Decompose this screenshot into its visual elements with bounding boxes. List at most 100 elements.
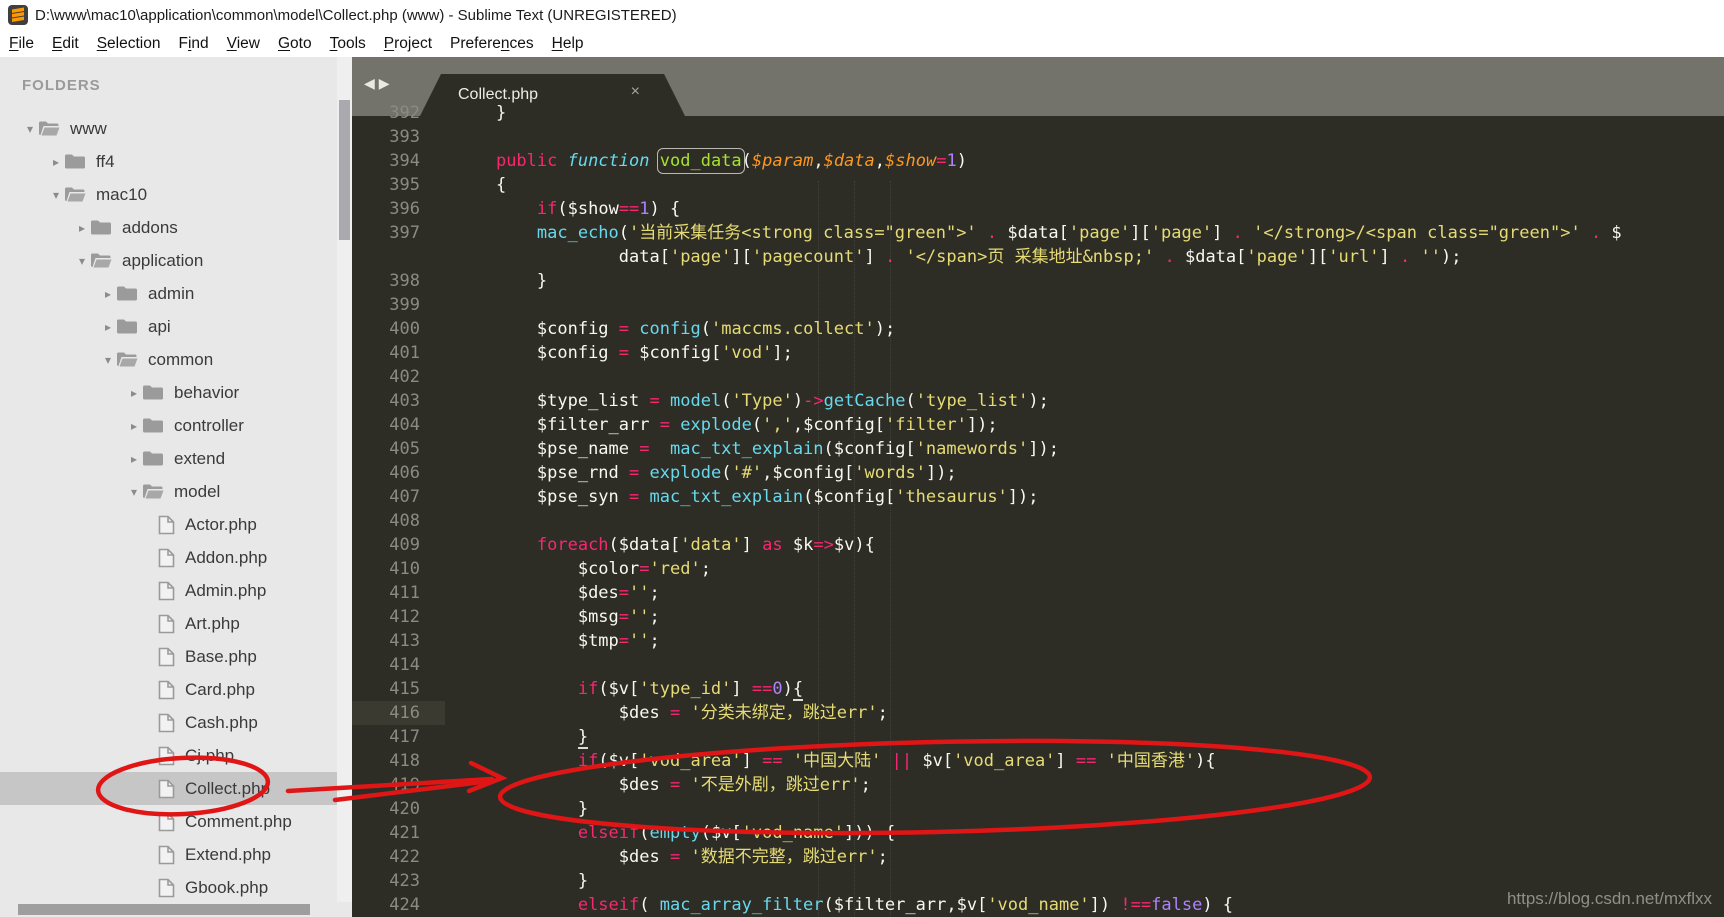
tree-item-label: Admin.php	[185, 580, 267, 600]
code-text: foreach($data['data'] as $k=>$v){	[536, 535, 875, 555]
line-number: 392	[389, 103, 420, 123]
tree-item-label: Addon.php	[185, 547, 268, 567]
file-icon	[158, 548, 175, 568]
folder-api[interactable]: ▸ api	[0, 310, 337, 343]
collapsed-arrow-icon[interactable]: ▸	[126, 386, 142, 400]
tab-nav-arrows[interactable]: ◀▶	[364, 75, 394, 92]
sidebar-horizontal-scrollbar[interactable]	[18, 904, 310, 915]
file-cj-php[interactable]: Cj.php	[0, 739, 337, 772]
folder-www[interactable]: ▾ www	[0, 112, 337, 145]
code-text: elseif(empty($v['vod_name'])) {	[577, 823, 896, 843]
sidebar-vertical-scrollbar[interactable]	[337, 57, 352, 902]
folder-common[interactable]: ▾ common	[0, 343, 337, 376]
collapsed-arrow-icon[interactable]: ▸	[126, 419, 142, 433]
folder-application[interactable]: ▾ application	[0, 244, 337, 277]
expanded-arrow-icon[interactable]: ▾	[48, 188, 64, 202]
file-card-php[interactable]: Card.php	[0, 673, 337, 706]
tree-item-label: admin	[148, 283, 195, 303]
code-text: $config = config('maccms.collect');	[536, 319, 896, 339]
file-gbook-php[interactable]: Gbook.php	[0, 871, 337, 904]
file-addon-php[interactable]: Addon.php	[0, 541, 337, 574]
line-number: 422	[389, 847, 420, 867]
menu-project[interactable]: Project	[375, 35, 441, 53]
collapsed-arrow-icon[interactable]: ▸	[126, 452, 142, 466]
file-comment-php[interactable]: Comment.php	[0, 805, 337, 838]
file-collect-php[interactable]: Collect.php	[0, 772, 337, 805]
folder-addons[interactable]: ▸ addons	[0, 211, 337, 244]
sidebar: FOLDERS ▾ www ▸ ff4 ▾ mac10 ▸ addons ▾ applicatio…	[0, 57, 352, 917]
tab-close-icon[interactable]: ×	[631, 83, 640, 101]
collapsed-arrow-icon[interactable]: ▸	[74, 221, 90, 235]
folder-extend[interactable]: ▸ extend	[0, 442, 337, 475]
menu-tools[interactable]: Tools	[321, 35, 375, 53]
code-text: }	[455, 871, 589, 891]
menu-help[interactable]: Help	[543, 35, 593, 53]
tree-item-label: Art.php	[185, 613, 240, 633]
code-line-420: 420 }	[352, 797, 1724, 821]
file-extend-php[interactable]: Extend.php	[0, 838, 337, 871]
file-actor-php[interactable]: Actor.php	[0, 508, 337, 541]
code-text: $pse_name = mac_txt_explain($config['nam…	[536, 439, 1059, 459]
folder-controller[interactable]: ▸ controller	[0, 409, 337, 442]
folder-behavior[interactable]: ▸ behavior	[0, 376, 337, 409]
expanded-arrow-icon[interactable]: ▾	[22, 122, 38, 136]
menu-selection[interactable]: Selection	[88, 35, 170, 53]
code-line-wrap: data['page']['pagecount'] . '</span>页 采集…	[352, 245, 1724, 269]
code-line-418: 418 if($v['vod_area'] == '中国大陆' || $v['v…	[352, 749, 1724, 773]
open-folder-icon	[142, 483, 164, 500]
code-text: mac_echo('当前采集任务<strong class="green">' …	[536, 223, 1622, 243]
line-number: 393	[389, 127, 420, 147]
code-line-396: 396 if($show==1) {	[352, 197, 1724, 221]
menu-goto[interactable]: Goto	[269, 35, 321, 53]
line-number: 394	[389, 151, 420, 171]
collapsed-arrow-icon[interactable]: ▸	[100, 320, 116, 334]
code-text: }	[455, 799, 589, 819]
tree-item-label: Collect.php	[185, 778, 271, 798]
code-text: }	[577, 727, 589, 749]
file-cash-php[interactable]: Cash.php	[0, 706, 337, 739]
folder-ff4[interactable]: ▸ ff4	[0, 145, 337, 178]
forward-icon[interactable]: ▶	[379, 75, 394, 91]
expanded-arrow-icon[interactable]: ▾	[100, 353, 116, 367]
collapsed-arrow-icon[interactable]: ▸	[48, 155, 64, 169]
expanded-arrow-icon[interactable]: ▾	[74, 254, 90, 268]
expanded-arrow-icon[interactable]: ▾	[126, 485, 142, 499]
code-text: $des='';	[577, 583, 660, 603]
line-number: 406	[389, 463, 420, 483]
menu-preferences[interactable]: Preferences	[441, 35, 543, 53]
folder-mac10[interactable]: ▾ mac10	[0, 178, 337, 211]
folder-admin[interactable]: ▸ admin	[0, 277, 337, 310]
tree-item-label: Cash.php	[185, 712, 258, 732]
file-art-php[interactable]: Art.php	[0, 607, 337, 640]
code-line-415: 415 if($v['type_id'] ==0){	[352, 677, 1724, 701]
menu-find[interactable]: Find	[169, 35, 217, 53]
line-number: 414	[389, 655, 420, 675]
code-line-413: 413 $tmp='';	[352, 629, 1724, 653]
tree-item-label: Comment.php	[185, 811, 292, 831]
file-base-php[interactable]: Base.php	[0, 640, 337, 673]
code-line-419: 419 $des = '不是外剧，跳过err';	[352, 773, 1724, 797]
open-folder-icon	[64, 186, 86, 203]
file-admin-php[interactable]: Admin.php	[0, 574, 337, 607]
line-number: 409	[389, 535, 420, 555]
collapsed-arrow-icon[interactable]: ▸	[100, 287, 116, 301]
menu-file[interactable]: File	[0, 35, 43, 53]
file-icon	[158, 515, 175, 535]
code-line-393: 393	[352, 125, 1724, 149]
file-icon	[158, 812, 175, 832]
menu-edit[interactable]: Edit	[43, 35, 88, 53]
file-icon	[158, 680, 175, 700]
folder-model[interactable]: ▾ model	[0, 475, 337, 508]
code-viewport[interactable]: 392 } 393 394 public function vod_data($pa…	[352, 101, 1724, 917]
open-folder-icon	[38, 120, 60, 137]
menu-view[interactable]: View	[218, 35, 269, 53]
back-icon[interactable]: ◀	[364, 75, 379, 91]
closed-folder-icon	[116, 318, 138, 335]
code-line-406: 406 $pse_rnd = explode('#',$config['word…	[352, 461, 1724, 485]
code-text: }	[455, 271, 548, 291]
closed-folder-icon	[142, 417, 164, 434]
line-number: 412	[389, 607, 420, 627]
sidebar-scrollbar-thumb[interactable]	[339, 100, 350, 240]
closed-folder-icon	[64, 153, 86, 170]
file-icon	[158, 647, 175, 667]
